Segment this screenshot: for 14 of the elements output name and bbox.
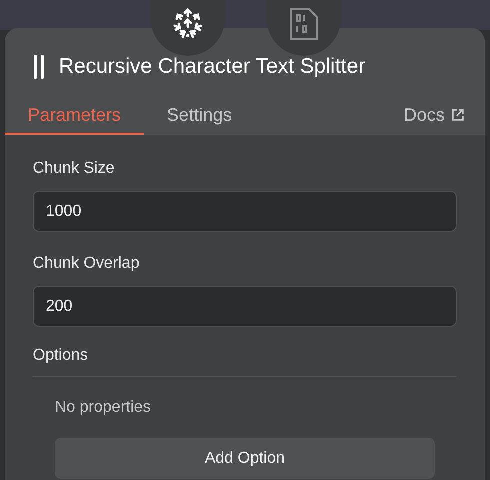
arrows-cluster-icon	[171, 7, 205, 41]
binary-file-icon	[289, 7, 319, 41]
drag-handle-icon[interactable]	[33, 55, 45, 79]
empty-message: No properties	[55, 398, 152, 418]
section-title: Options	[33, 346, 90, 366]
docs-link[interactable]: Docs	[404, 97, 485, 135]
add-option-button[interactable]: Add Option	[55, 438, 435, 479]
input-field[interactable]: 200	[33, 286, 457, 327]
external-link-icon	[451, 108, 465, 122]
tab[interactable]: Settings	[144, 97, 256, 135]
node-title: Recursive Character Text Splitter	[59, 54, 366, 80]
input-field[interactable]: 1000	[33, 191, 457, 232]
field-label: Chunk Overlap	[33, 254, 141, 274]
field-label: Chunk Size	[33, 159, 116, 179]
